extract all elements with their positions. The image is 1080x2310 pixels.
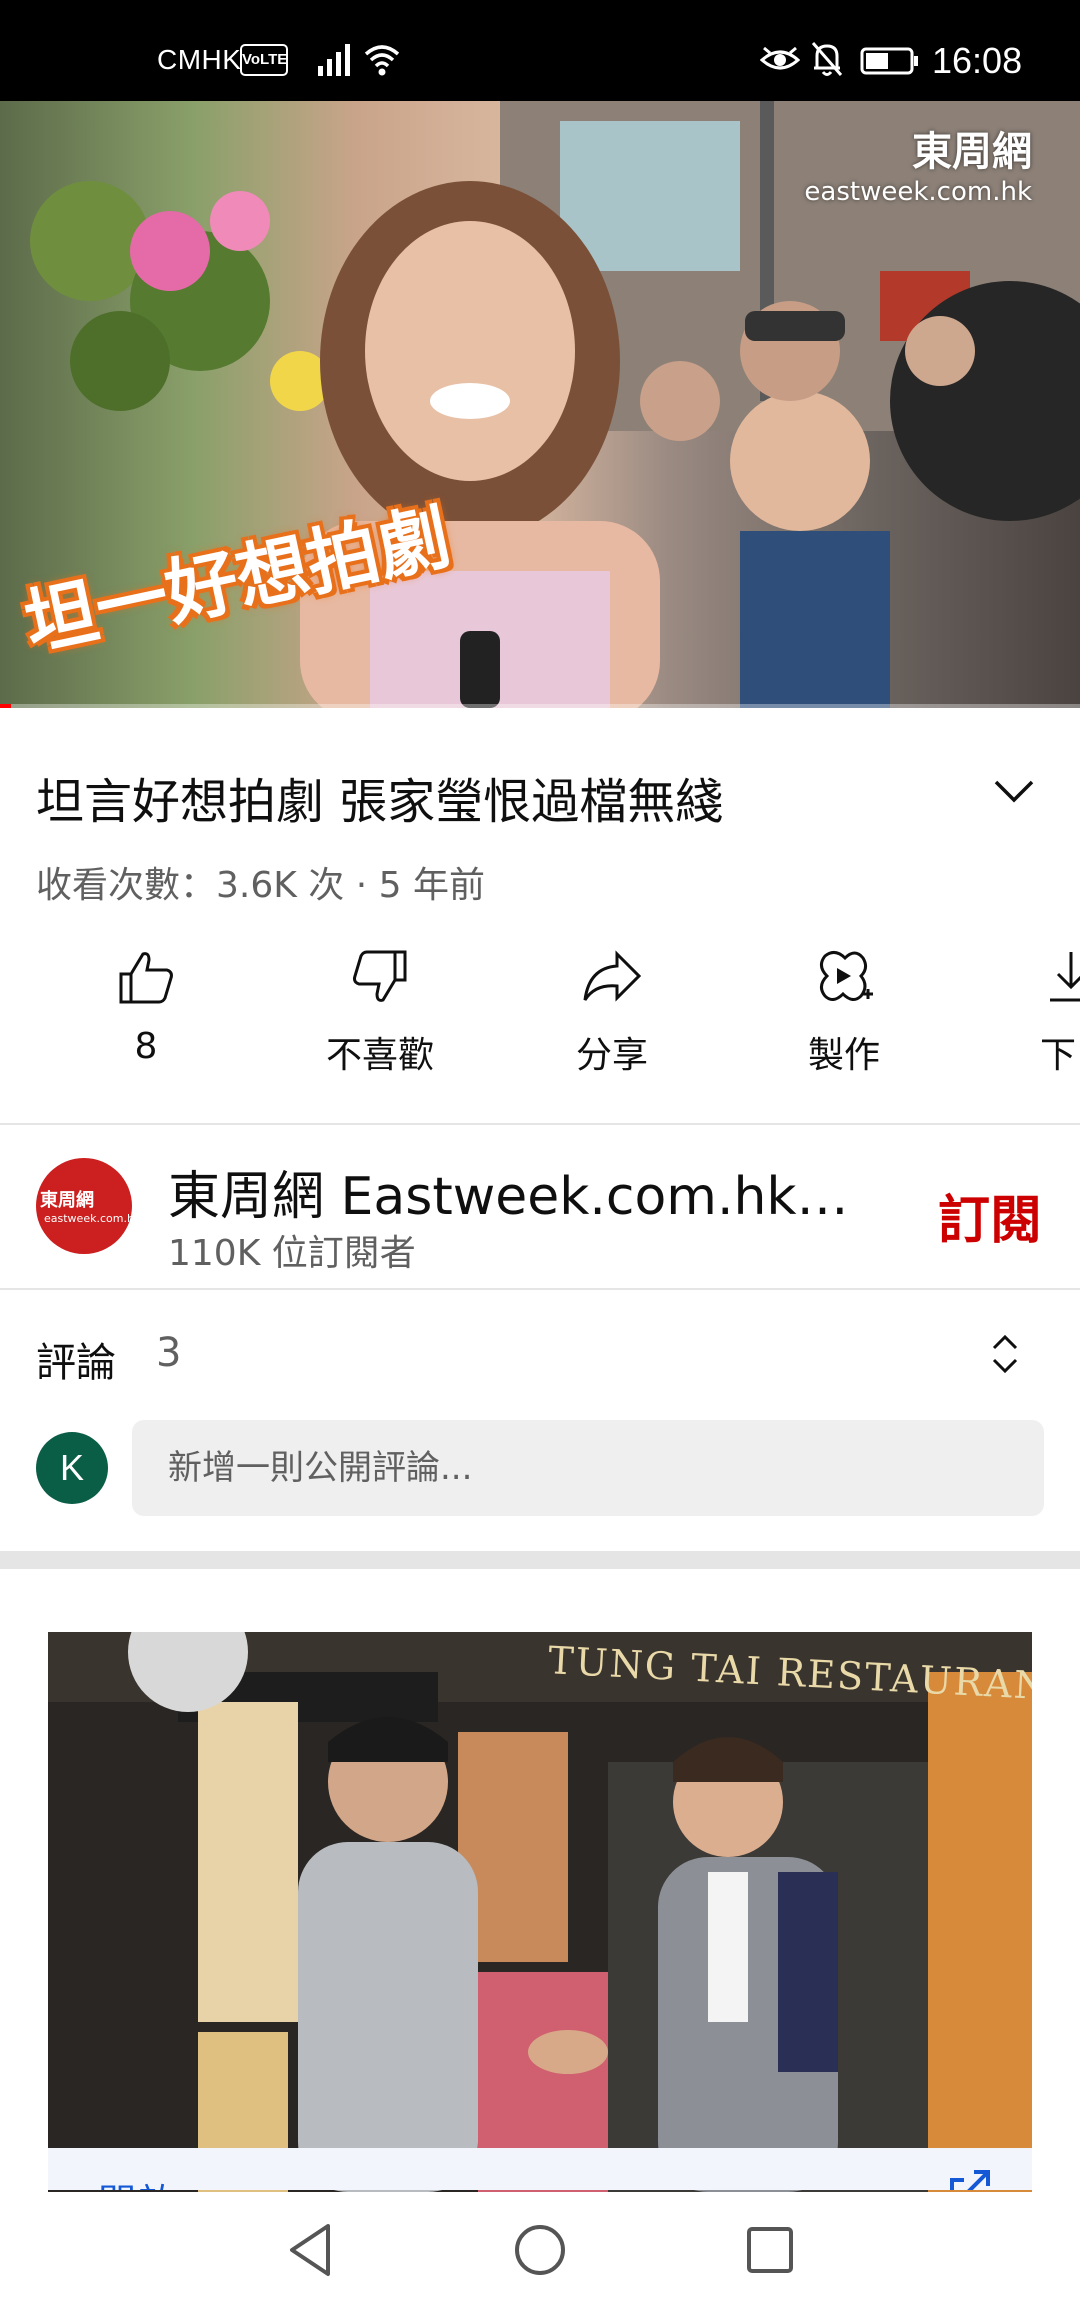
dislike-button[interactable]: 不喜歡	[290, 946, 470, 1078]
like-button[interactable]: 8	[56, 946, 236, 1067]
download-button[interactable]: 下	[990, 946, 1080, 1078]
channel-row[interactable]: 東周網 eastweek.com.hk 東周網 Eastweek.com.hk【…	[0, 1126, 1080, 1288]
download-icon	[1050, 952, 1080, 1002]
section-separator	[0, 1551, 1080, 1569]
video-title-row[interactable]: 坦言好想拍劇 張家瑩恨過檔無綫	[36, 762, 1046, 832]
system-nav-bar	[0, 2192, 1080, 2310]
bell-off-icon	[811, 42, 843, 76]
carrier-label: CMHK	[157, 44, 242, 75]
video-watermark: 東周網 eastweek.com.hk	[804, 119, 1032, 207]
comments-count: 3	[156, 1330, 182, 1376]
video-player[interactable]: 東周網 eastweek.com.hk 坦一好想拍劇	[0, 101, 1080, 708]
share-button[interactable]: 分享	[522, 946, 702, 1078]
external-link-icon[interactable]	[948, 2168, 992, 2190]
chevron-down-icon[interactable]	[992, 776, 1036, 806]
battery-icon	[860, 47, 918, 75]
share-label: 分享	[575, 1035, 648, 1076]
video-progress-fill	[0, 704, 11, 708]
ad-image[interactable]: TUNG TAI RESTAURANT	[48, 1632, 1032, 2192]
ad-photo	[48, 1632, 1032, 2192]
clock: 16:08	[932, 40, 1023, 81]
comments-section[interactable]: 評論 3 K	[0, 1290, 1080, 1550]
channel-avatar-subtext: eastweek.com.hk	[44, 1212, 132, 1225]
ad-open-link[interactable]: 開啟	[98, 2172, 174, 2190]
channel-name[interactable]: 東周網 Eastweek.com.hk【…	[168, 1154, 888, 1229]
subscriber-count: 110K 位訂閱者	[168, 1233, 416, 1274]
eye-icon	[760, 46, 800, 70]
comments-heading: 評論	[36, 1340, 116, 1386]
home-icon[interactable]	[512, 2222, 568, 2278]
share-icon	[583, 950, 642, 1002]
watermark-name: 東周網	[912, 129, 1032, 175]
like-count: 8	[134, 1026, 158, 1067]
video-progress-bar[interactable]	[0, 704, 1080, 708]
create-icon	[820, 951, 873, 1001]
channel-avatar[interactable]: 東周網 eastweek.com.hk	[36, 1158, 132, 1254]
thumbs-down-icon	[353, 950, 407, 1002]
create-button[interactable]: 製作	[754, 946, 934, 1078]
user-avatar: K	[36, 1432, 108, 1504]
ad-action-bar[interactable]: 開啟	[48, 2148, 1032, 2190]
wifi-icon	[364, 45, 400, 76]
channel-avatar-text: 東周網	[40, 1190, 94, 1211]
video-title: 坦言好想拍劇 張家瑩恨過檔無綫	[36, 774, 724, 830]
action-row: 8 不喜歡 分享 製作 下	[0, 946, 1080, 1096]
status-bar: CMHK VoLTE 16:08	[0, 0, 1080, 101]
watermark-url: eastweek.com.hk	[804, 177, 1032, 207]
volte-badge: VoLTE	[240, 44, 288, 76]
divider	[0, 1123, 1080, 1125]
thumbs-up-icon	[119, 952, 173, 1004]
create-label: 製作	[807, 1035, 880, 1076]
expand-collapse-icon[interactable]	[988, 1330, 1022, 1378]
recents-icon[interactable]	[744, 2222, 796, 2278]
subscribe-button[interactable]: 訂閱	[938, 1178, 1042, 1253]
download-label: 下	[1040, 1035, 1077, 1076]
dislike-label: 不喜歡	[325, 1035, 434, 1076]
signal-icon	[318, 44, 350, 76]
back-icon[interactable]	[284, 2222, 336, 2278]
video-meta: 收看次數：3.6K 次 · 5 年前	[36, 865, 485, 906]
comment-input[interactable]	[132, 1420, 1044, 1516]
